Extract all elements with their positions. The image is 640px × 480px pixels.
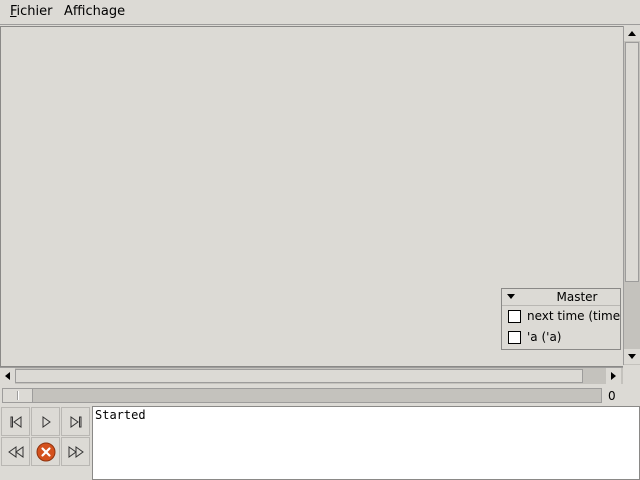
arrow-right-icon	[611, 372, 616, 380]
skip-to-start-button[interactable]	[1, 407, 30, 436]
master-panel-title: Master	[556, 290, 598, 304]
timeline-slider-trough[interactable]	[2, 388, 602, 403]
fast-rewind-button[interactable]	[1, 437, 30, 466]
scrollbar-corner	[623, 367, 640, 384]
horizontal-scrollbar[interactable]	[0, 367, 623, 384]
next-time-label: next time (time)	[527, 309, 621, 323]
expander-down-icon[interactable]	[507, 294, 515, 299]
stop-button[interactable]	[31, 437, 60, 466]
menubar: Fichier Affichage	[0, 0, 640, 25]
scroll-up-button[interactable]	[624, 26, 640, 41]
scroll-left-button[interactable]	[0, 368, 15, 384]
log-output[interactable]: Started	[92, 406, 640, 480]
fast-forward-button[interactable]	[61, 437, 90, 466]
arrow-up-icon	[628, 31, 636, 36]
arrow-left-icon	[5, 372, 10, 380]
fast-forward-icon	[68, 445, 84, 458]
skip-to-start-icon	[10, 415, 21, 428]
play-icon	[42, 415, 51, 428]
master-panel: Master next time (time) 'a ('a)	[501, 288, 621, 350]
master-panel-header[interactable]: Master	[502, 289, 620, 306]
fast-rewind-icon	[7, 445, 23, 458]
horizontal-scroll-thumb[interactable]	[15, 369, 583, 383]
arrow-down-icon	[628, 354, 636, 359]
menu-affichage[interactable]: Affichage	[64, 4, 125, 20]
a-checkbox[interactable]	[508, 331, 521, 344]
master-row-a: 'a ('a)	[508, 329, 620, 345]
step-to-end-button[interactable]	[61, 407, 90, 436]
playback-controls	[0, 406, 92, 480]
log-text: Started	[95, 408, 146, 422]
slider-grip	[17, 391, 19, 400]
master-row-next-time: next time (time)	[508, 308, 621, 324]
timeline: 0	[0, 386, 640, 406]
timeline-value: 0	[608, 389, 616, 403]
a-label: 'a ('a)	[527, 330, 562, 344]
menu-fichier[interactable]: Fichier	[10, 4, 53, 20]
scroll-down-button[interactable]	[624, 349, 640, 364]
step-to-end-icon	[70, 415, 81, 428]
stop-icon	[36, 442, 55, 461]
vertical-scrollbar[interactable]	[623, 26, 640, 365]
next-time-checkbox[interactable]	[508, 310, 521, 323]
scroll-right-button[interactable]	[606, 368, 621, 384]
timeline-slider-handle[interactable]	[3, 389, 33, 402]
play-button[interactable]	[31, 407, 60, 436]
vertical-scroll-thumb[interactable]	[625, 42, 639, 282]
